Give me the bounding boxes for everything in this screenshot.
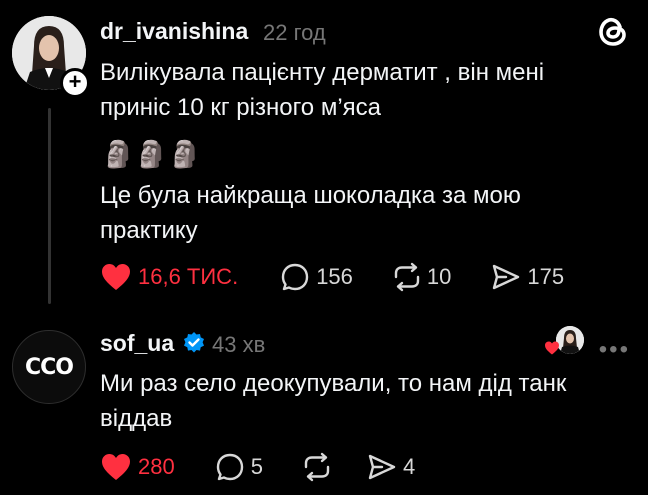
- liked-heart-icon: [545, 341, 559, 355]
- liker-portrait-icon: [556, 326, 584, 354]
- share-count: 4: [402, 454, 416, 479]
- avatar-logo: ССО: [25, 354, 74, 380]
- post-emoji: 🗿🗿🗿: [102, 139, 203, 169]
- verified-icon: [184, 332, 204, 353]
- comment-count: 156: [316, 264, 353, 289]
- avatar[interactable]: ССО: [12, 330, 86, 404]
- plus-icon: +: [68, 69, 82, 94]
- heart-icon: [102, 264, 130, 290]
- thread-line: [48, 108, 51, 304]
- post-text-2: Це була найкраща шоколадка за мою практи…: [100, 182, 521, 244]
- comment-icon: [281, 263, 309, 291]
- repost-count: 10: [426, 264, 452, 289]
- like-count: 16,6 ТИС.: [138, 264, 239, 289]
- post-actions: 16,6 ТИС. 156 10 175: [100, 262, 564, 292]
- post-time: 43 хв: [212, 332, 266, 357]
- comment-icon: [216, 453, 243, 481]
- post-text: Ми раз село деокупували, то нам дід танк…: [100, 370, 567, 432]
- comment-count: 5: [250, 454, 263, 479]
- comment-button[interactable]: 156: [280, 262, 353, 292]
- share-button[interactable]: 175: [491, 262, 564, 292]
- post-time: 22 год: [263, 20, 326, 45]
- share-button[interactable]: 4: [367, 452, 415, 482]
- repost-icon: [394, 262, 420, 292]
- like-button[interactable]: 16,6 ТИС.: [100, 262, 238, 292]
- username[interactable]: dr_ivanishina: [100, 18, 248, 45]
- like-button[interactable]: 280: [100, 452, 175, 482]
- follow-button[interactable]: +: [60, 68, 90, 98]
- share-icon: [368, 454, 396, 480]
- heart-icon: [102, 454, 130, 480]
- repost-button[interactable]: 10: [391, 262, 451, 292]
- like-count: 280: [138, 454, 175, 479]
- comment-button[interactable]: 5: [215, 452, 263, 482]
- liker-avatar: [556, 326, 584, 354]
- threads-logo-icon[interactable]: [596, 14, 630, 48]
- share-count: 175: [527, 264, 565, 289]
- share-icon: [493, 264, 520, 290]
- post-text: Вилікувала пацієнту дерматит , він мені …: [100, 59, 545, 121]
- repost-icon: [304, 452, 330, 482]
- username[interactable]: sof_ua: [100, 330, 174, 357]
- post-actions: 280 5 4: [100, 452, 415, 482]
- repost-button[interactable]: [301, 452, 333, 482]
- more-icon[interactable]: •••: [599, 336, 630, 364]
